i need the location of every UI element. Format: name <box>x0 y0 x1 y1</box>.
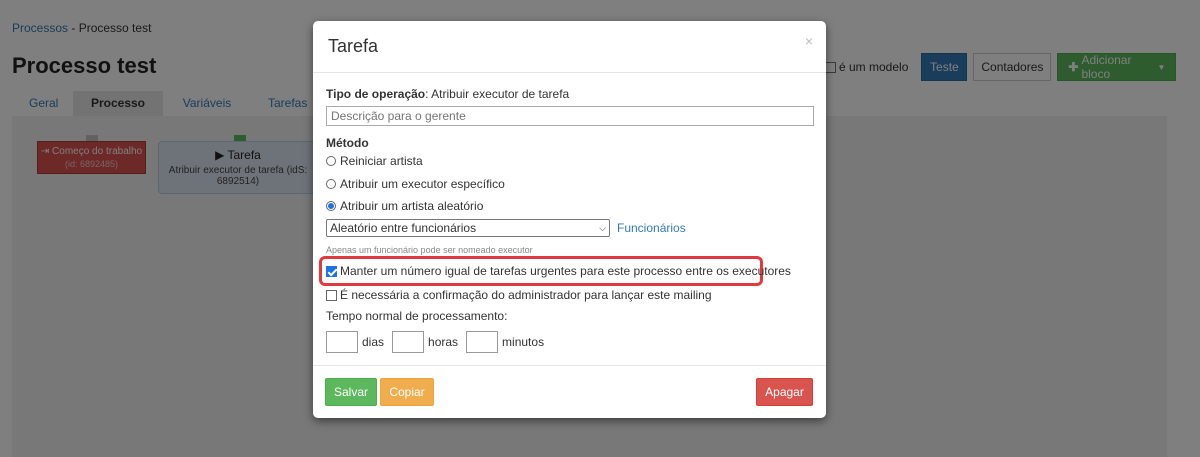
days-input[interactable] <box>326 331 358 353</box>
radio-restart-artist[interactable]: Reiniciar artista <box>326 154 423 168</box>
manager-description-input[interactable] <box>326 106 814 126</box>
operation-type-label: Tipo de operação <box>326 87 426 101</box>
radio-checked-icon[interactable] <box>326 201 336 211</box>
employees-link[interactable]: Funcionários <box>617 221 686 235</box>
processing-time-label: Tempo normal de processamento: <box>326 309 508 323</box>
modal-body: Tipo de operação: Atribuir executor de t… <box>313 73 826 365</box>
modal-footer: Salvar Copiar Apagar <box>313 365 826 418</box>
processing-time-inputs: dias horas minutos <box>326 331 552 353</box>
admin-confirmation-checkbox[interactable]: É necessária a confirmação do administra… <box>326 288 712 302</box>
checkbox-icon[interactable] <box>326 289 337 301</box>
method-label: Método <box>326 136 369 150</box>
close-icon[interactable]: × <box>805 33 813 49</box>
radio-label: Atribuir um artista aleatório <box>340 199 484 213</box>
minutes-input[interactable] <box>466 331 499 353</box>
radio-icon[interactable] <box>326 156 336 166</box>
minutes-label: minutos <box>502 335 545 349</box>
radio-label: Reiniciar artista <box>340 154 423 168</box>
checkbox-checked-icon[interactable] <box>326 265 337 277</box>
executor-hint: Apenas um funcionário pode ser nomeado e… <box>326 245 533 255</box>
equal-urgent-tasks-checkbox[interactable]: Manter um número igual de tarefas urgent… <box>326 264 791 278</box>
operation-type: Tipo de operação: Atribuir executor de t… <box>326 87 570 101</box>
checkbox-label: Manter um número igual de tarefas urgent… <box>340 264 791 278</box>
delete-button[interactable]: Apagar <box>756 378 813 406</box>
random-mode-select[interactable]: Aleatório entre funcionários ⌵ <box>326 219 610 237</box>
days-label: dias <box>362 335 385 349</box>
task-modal: Tarefa × Tipo de operação: Atribuir exec… <box>313 21 826 418</box>
modal-header: Tarefa × <box>313 21 826 73</box>
copy-button[interactable]: Copiar <box>380 378 434 406</box>
select-value: Aleatório entre funcionários <box>330 221 477 235</box>
modal-title: Tarefa <box>328 36 379 56</box>
radio-specific-executor[interactable]: Atribuir um executor específico <box>326 177 505 191</box>
hours-input[interactable] <box>392 331 425 353</box>
save-button[interactable]: Salvar <box>325 378 377 406</box>
radio-random-artist[interactable]: Atribuir um artista aleatório <box>326 199 483 213</box>
checkbox-label: É necessária a confirmação do administra… <box>340 288 712 302</box>
hours-label: horas <box>428 335 459 349</box>
radio-icon[interactable] <box>326 179 336 189</box>
chevron-down-icon: ⌵ <box>599 222 606 233</box>
operation-type-value: Atribuir executor de tarefa <box>431 87 570 101</box>
radio-label: Atribuir um executor específico <box>340 177 505 191</box>
